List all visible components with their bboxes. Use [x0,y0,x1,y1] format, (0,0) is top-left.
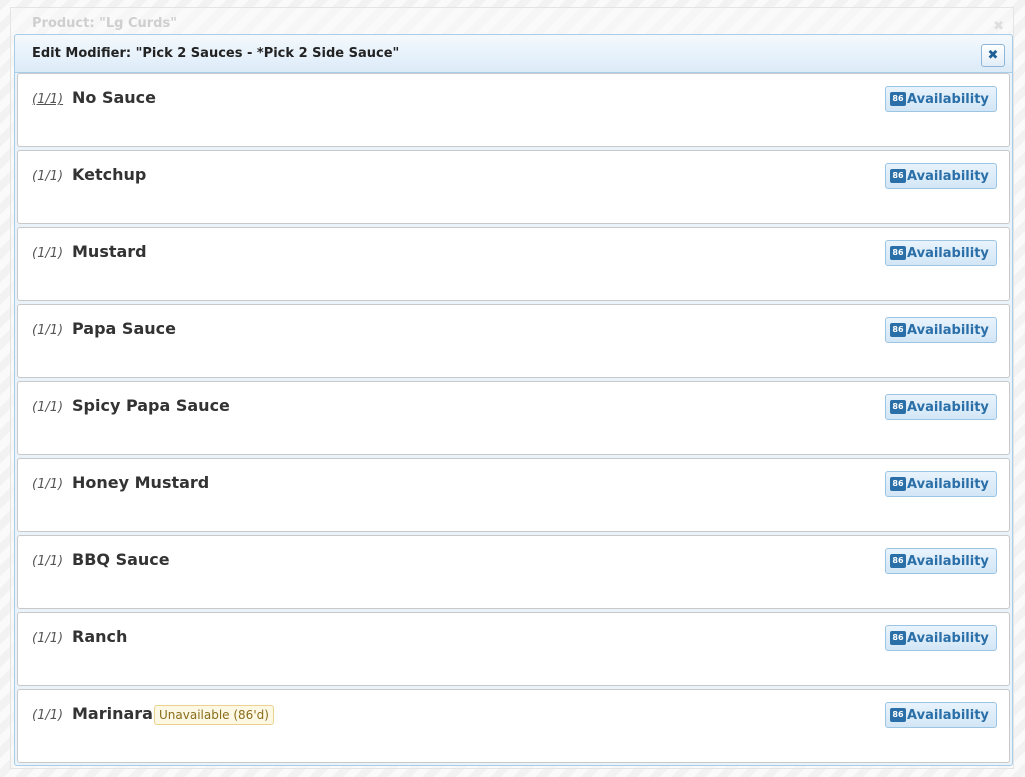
item-count: (1/1) [32,631,64,646]
availability-button[interactable]: 86 Availability [885,702,997,728]
item-count: (1/1) [32,400,64,415]
list-item: (1/1) BBQ Sauce 86 Availability [17,535,1010,609]
availability-label: Availability [907,630,989,646]
list-item: (1/1) No Sauce 86 Availability [17,73,1010,147]
product-title: Product: "Lg Curds" [32,16,177,31]
availability-label: Availability [907,399,989,415]
eighty-six-badge-icon: 86 [890,323,906,337]
eighty-six-badge-icon: 86 [890,554,906,568]
item-name: Honey Mustard [72,473,210,492]
eighty-six-badge-icon: 86 [890,477,906,491]
list-item: (1/1) Ketchup 86 Availability [17,150,1010,224]
dialog-header: Edit Modifier: "Pick 2 Sauces - *Pick 2 … [15,35,1012,73]
list-item: (1/1) Spicy Papa Sauce 86 Availability [17,381,1010,455]
availability-button[interactable]: 86 Availability [885,240,997,266]
availability-label: Availability [907,476,989,492]
item-count: (1/1) [32,708,64,723]
eighty-six-badge-icon: 86 [890,631,906,645]
item-name: Marinara [72,704,153,723]
item-name: Spicy Papa Sauce [72,396,230,415]
item-count: (1/1) [32,169,64,184]
item-name: BBQ Sauce [72,550,170,569]
eighty-six-badge-icon: 86 [890,92,906,106]
close-icon: ✖ [987,48,999,63]
item-count: (1/1) [32,323,64,338]
availability-label: Availability [907,707,989,723]
availability-button[interactable]: 86 Availability [885,317,997,343]
list-item: (1/1) Honey Mustard 86 Availability [17,458,1010,532]
eighty-six-badge-icon: 86 [890,400,906,414]
item-name: Ketchup [72,165,147,184]
item-count: (1/1) [32,477,64,492]
edit-modifier-dialog: Edit Modifier: "Pick 2 Sauces - *Pick 2 … [14,34,1013,766]
availability-label: Availability [907,91,989,107]
item-count: (1/1) [32,554,64,569]
item-count[interactable]: (1/1) [32,92,63,107]
availability-button[interactable]: 86 Availability [885,625,997,651]
eighty-six-badge-icon: 86 [890,169,906,183]
list-item: (1/1) Marinara Unavailable (86'd) 86 Ava… [17,689,1010,763]
availability-label: Availability [907,322,989,338]
eighty-six-badge-icon: 86 [890,246,906,260]
list-item: (1/1) Ranch 86 Availability [17,612,1010,686]
close-button[interactable]: ✖ [981,44,1005,67]
item-count: (1/1) [32,246,64,261]
item-name: No Sauce [72,88,156,107]
list-item: (1/1) Papa Sauce 86 Availability [17,304,1010,378]
dialog-title: Edit Modifier: "Pick 2 Sauces - *Pick 2 … [32,46,400,61]
availability-button[interactable]: 86 Availability [885,163,997,189]
availability-button[interactable]: 86 Availability [885,548,997,574]
modifier-option-list: (1/1) No Sauce 86 Availability (1/1) Ket… [17,73,1010,766]
item-name: Mustard [72,242,147,261]
item-name: Ranch [72,627,128,646]
availability-label: Availability [907,168,989,184]
availability-label: Availability [907,245,989,261]
list-item: (1/1) Mustard 86 Availability [17,227,1010,301]
item-name: Papa Sauce [72,319,176,338]
eighty-six-badge-icon: 86 [890,708,906,722]
availability-button[interactable]: 86 Availability [885,471,997,497]
availability-button[interactable]: 86 Availability [885,86,997,112]
availability-button[interactable]: 86 Availability [885,394,997,420]
product-close-icon[interactable]: ✖ [993,19,1004,34]
unavailable-status-badge: Unavailable (86'd) [154,705,274,725]
availability-label: Availability [907,553,989,569]
